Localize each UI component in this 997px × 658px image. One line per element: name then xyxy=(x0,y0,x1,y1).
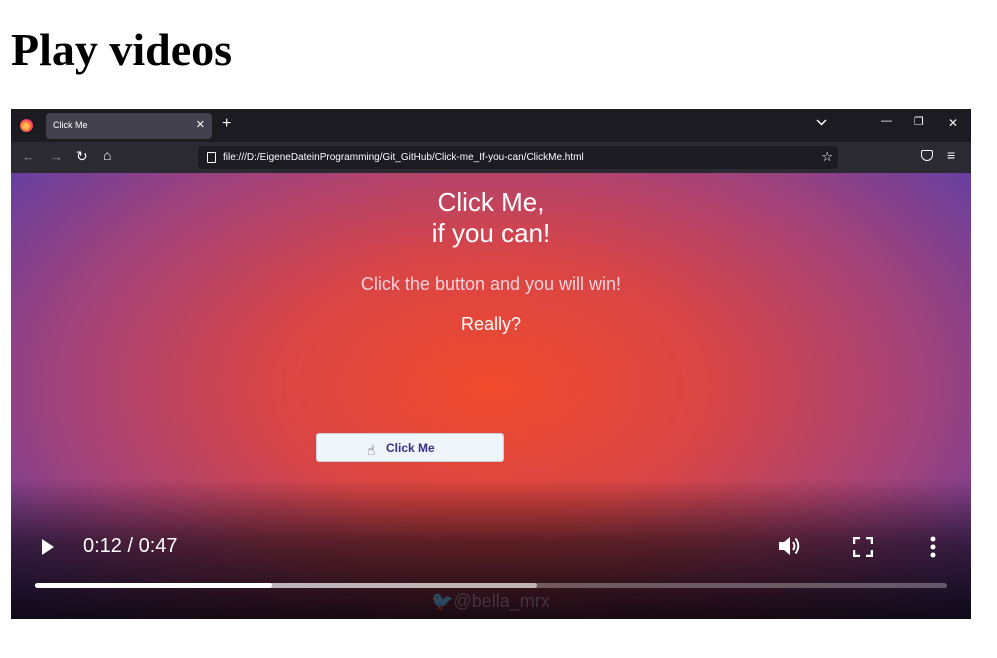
pocket-icon xyxy=(921,150,933,161)
progress-bar[interactable] xyxy=(35,583,947,588)
fullscreen-button[interactable] xyxy=(852,536,874,562)
more-vert-icon xyxy=(930,536,936,558)
home-icon: ⌂ xyxy=(103,147,112,163)
played-bar xyxy=(35,583,273,588)
app-heading: Click Me, if you can! xyxy=(11,187,971,249)
menu-icon: ≡ xyxy=(947,147,956,163)
more-options-button[interactable] xyxy=(929,535,937,564)
page-icon xyxy=(207,152,216,163)
app-really-text: Really? xyxy=(460,314,522,334)
window-close-icon: ✕ xyxy=(948,116,959,130)
url-text: file:///D:/EigeneDateinProgramming/Git_G… xyxy=(223,152,584,163)
watermark: 🐦@bella_mrx xyxy=(431,591,550,612)
close-icon: ✕ xyxy=(195,119,205,131)
browser-tab: Click Me ✕ xyxy=(46,113,212,139)
bird-icon: 🐦 xyxy=(431,591,454,611)
video-player[interactable]: Click Me ✕ + — ❐ ✕ ← → ↻ ⌂ file:///D:/Ei… xyxy=(11,109,971,619)
volume-button[interactable] xyxy=(777,534,803,563)
fullscreen-icon xyxy=(852,536,874,558)
chevron-down-icon xyxy=(816,118,827,129)
click-me-button: ☝ Click Me xyxy=(316,433,504,462)
forward-arrow-icon: → xyxy=(50,149,63,164)
time-display: 0:12 / 0:47 xyxy=(83,535,178,557)
minimize-icon: — xyxy=(881,115,892,127)
play-button[interactable] xyxy=(40,537,56,562)
plus-icon: + xyxy=(222,115,232,132)
firefox-logo-icon xyxy=(20,119,33,132)
app-subtitle: Click the button and you will win! xyxy=(360,274,622,294)
back-arrow-icon: ← xyxy=(22,149,35,164)
play-icon xyxy=(42,539,54,555)
page-title: Play videos xyxy=(11,24,233,75)
click-me-button-label: Click Me xyxy=(386,441,435,455)
star-icon: ☆ xyxy=(821,149,833,164)
hand-cursor-icon: ☝ xyxy=(367,442,376,458)
url-bar: file:///D:/EigeneDateinProgramming/Git_G… xyxy=(198,146,838,169)
app-heading-line2: if you can! xyxy=(431,218,551,248)
reload-icon: ↻ xyxy=(76,148,88,164)
restore-icon: ❐ xyxy=(914,116,924,128)
browser-tab-bar: Click Me ✕ + — ❐ ✕ xyxy=(11,109,971,142)
volume-icon xyxy=(779,537,800,555)
app-heading-line1: Click Me, xyxy=(437,187,545,217)
browser-nav-bar: ← → ↻ ⌂ file:///D:/EigeneDateinProgrammi… xyxy=(11,142,971,173)
watermark-text: @bella_mrx xyxy=(453,591,550,611)
tab-title: Click Me xyxy=(53,120,88,130)
